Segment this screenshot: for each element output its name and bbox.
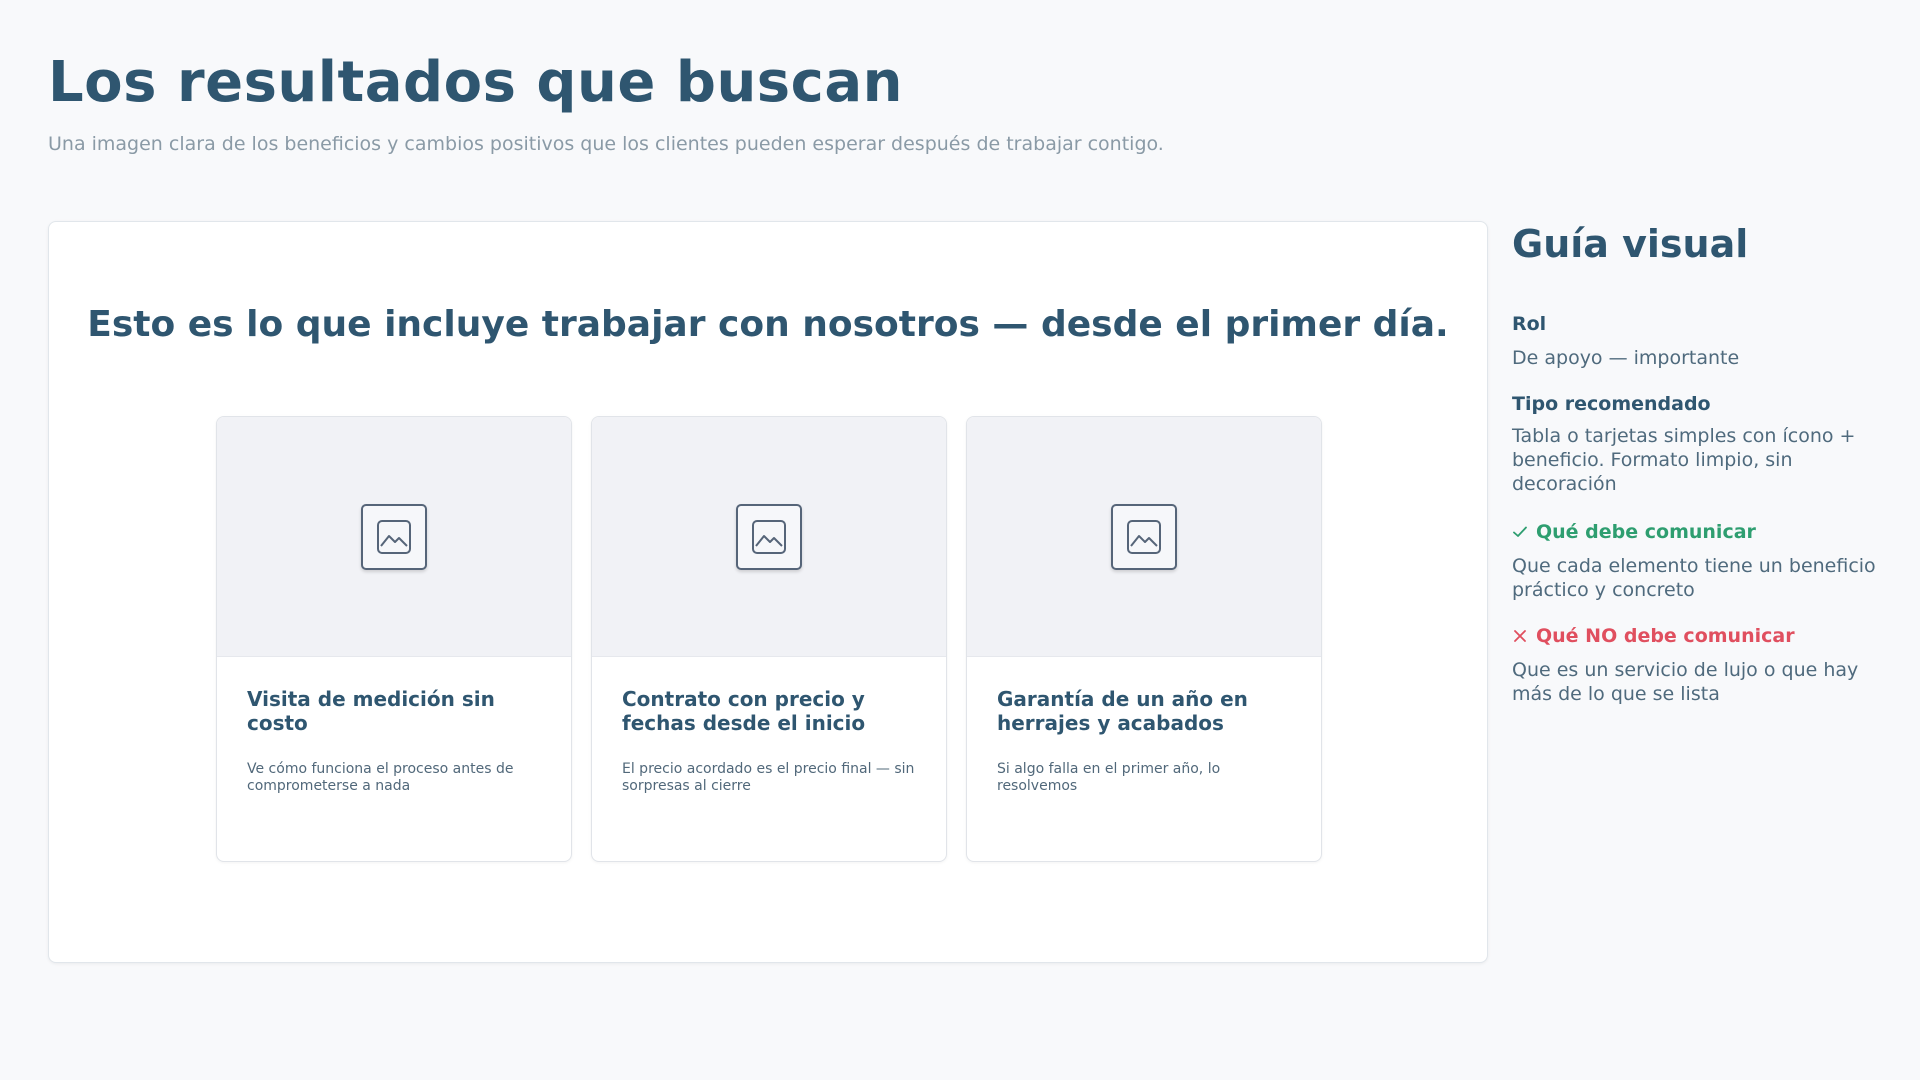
page-subtitle: Una imagen clara de los beneficios y cam… [48,133,1164,155]
guide-title: Guía visual [1512,222,1749,266]
x-icon [1514,630,1526,642]
benefit-card: Contrato con precio y fechas desde el in… [591,416,947,862]
check-icon [1513,526,1527,537]
card-title: Visita de medición sin costo [247,687,495,735]
card-description: Ve cómo funciona el proceso antes de com… [247,761,514,794]
guide-dont: Qué NO debe comunicar Que es un servicio… [1512,624,1892,706]
card-image-area [592,417,946,657]
guide-role: Rol De apoyo — importante [1512,312,1892,370]
benefit-card: Garantía de un año en herrajes y acabado… [966,416,1322,862]
card-description: El precio acordado es el precio final — … [622,761,915,794]
image-placeholder-icon [361,504,427,570]
visual-guide: Guía visual Rol De apoyo — importante Ti… [1512,220,1892,706]
image-placeholder-icon [1111,504,1177,570]
page-title: Los resultados que buscan [48,50,903,115]
guide-type: Tipo recomendado Tabla o tarjetas simple… [1512,392,1892,496]
card-image-area [967,417,1321,657]
preview-headline: Esto es lo que incluye trabajar con noso… [87,304,1449,345]
card-description: Si algo falla en el primer año, lo resol… [997,761,1221,794]
type-label: Tipo recomendado [1512,393,1711,415]
role-label: Rol [1512,313,1547,335]
card-title: Contrato con precio y fechas desde el in… [622,687,866,735]
benefit-card: Visita de medición sin costo Ve cómo fun… [216,416,572,862]
image-placeholder-icon [736,504,802,570]
card-title: Garantía de un año en herrajes y acabado… [997,687,1248,735]
do-value: Que cada elemento tiene un beneficio prá… [1512,555,1876,601]
dont-label: Qué NO debe comunicar [1536,625,1795,647]
card-image-area [217,417,571,657]
dont-value: Que es un servicio de lujo o que hay más… [1512,659,1859,705]
type-value: Tabla o tarjetas simples con ícono + ben… [1512,425,1856,495]
preview-panel: Esto es lo que incluye trabajar con noso… [48,221,1488,963]
benefit-cards: Visita de medición sin costo Ve cómo fun… [216,416,1322,862]
guide-do: Qué debe comunicar Que cada elemento tie… [1512,520,1892,602]
do-label: Qué debe comunicar [1536,521,1756,543]
role-value: De apoyo — importante [1512,347,1740,369]
